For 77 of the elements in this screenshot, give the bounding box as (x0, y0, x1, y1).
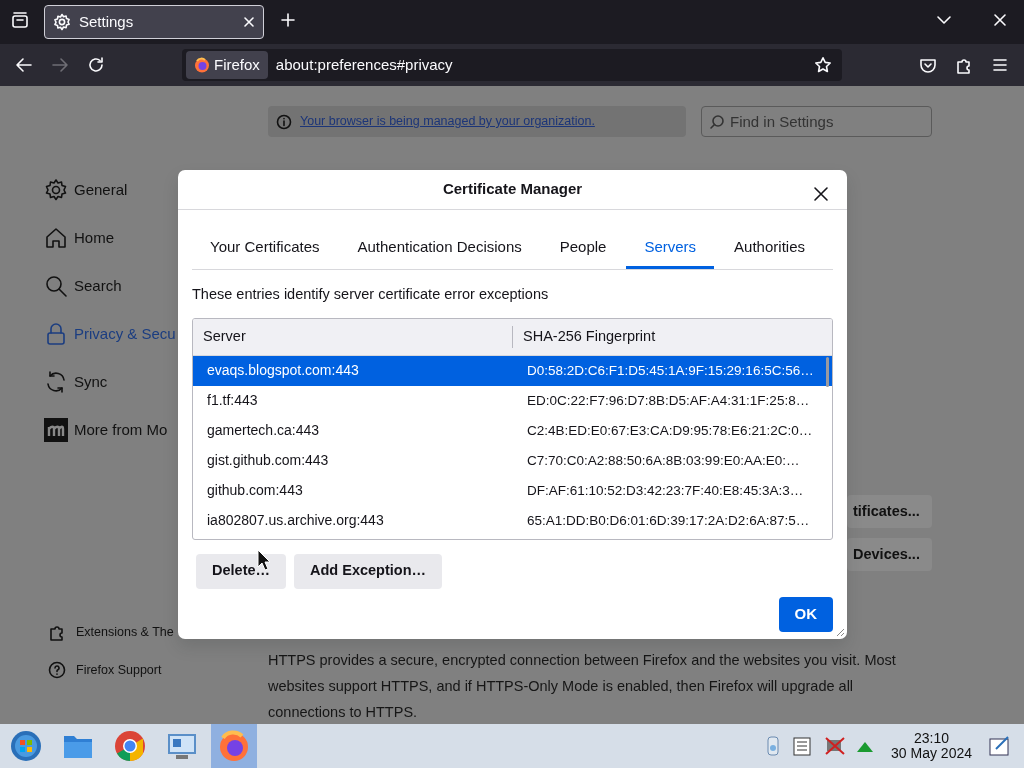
fingerprint-cell-text: 65:A1:DD:B0:D6:01:6D:39:17:2A:D2:6A:87:5… (526, 511, 810, 530)
server-cell-text: gist.github.com:443 (206, 451, 330, 471)
puzzle-icon (48, 623, 66, 641)
home-icon (44, 226, 68, 250)
firefox-icon (218, 730, 250, 762)
dialog-button[interactable]: Delete… (196, 553, 287, 589)
clock-date: 30 May 2024 (891, 746, 972, 761)
close-icon (993, 13, 1007, 27)
chrome-icon (114, 730, 146, 762)
lock-icon (44, 322, 68, 346)
fingerprint-cell-text: D0:58:2D:C6:F1:D5:45:1A:9F:15:29:16:5C:56… (526, 361, 814, 380)
settings-button[interactable]: tificates... (847, 495, 932, 528)
fingerprint-cell-text: C7:70:C0:A2:88:50:6A:8B:03:99:E0:AA:E0:… (526, 451, 800, 470)
firefox-logo-icon (194, 57, 210, 73)
close-icon[interactable] (243, 16, 255, 28)
sidebar-item[interactable]: General (44, 166, 268, 214)
sidebar-link[interactable]: Extensions & The (44, 613, 268, 651)
identity-box[interactable]: Firefox (186, 51, 268, 79)
sync-icon (44, 370, 68, 394)
browser-tab[interactable]: Settings (44, 5, 264, 39)
puzzle-icon (955, 56, 973, 74)
reload-icon (87, 56, 105, 74)
server-row[interactable]: gamertech.ca:443 C2:4B:ED:E0:67:E3:CA:D9:95:78:E6:21:2C:0… (193, 415, 832, 446)
start-orb-icon (10, 730, 42, 762)
plus-icon (280, 12, 296, 28)
fingerprint-cell-text: DF:AF:61:10:52:D3:42:23:7F:40:E8:45:3A:3… (526, 481, 804, 500)
server-row[interactable]: ia802807.us.archive.org:443 65:A1:DD:B0:D6:01:6D:39:17:2A:D2:6A:87:5… (193, 505, 832, 536)
dialog-tab[interactable]: People (541, 235, 625, 269)
server-cell-text: gamertech.ca:443 (206, 421, 321, 441)
dialog-tab[interactable]: Servers (626, 235, 715, 269)
help-icon (48, 661, 66, 679)
gear-icon (44, 178, 68, 202)
server-row[interactable]: evaqs.blogspot.com:443 D0:58:2D:C6:F1:D5:45:1A:9F:15:29:16:5C:56… (193, 355, 832, 386)
fingerprint-cell-text: ED:0C:22:F7:96:D7:8B:D5:AF:A4:31:1F:25:8… (526, 391, 810, 410)
https-description: HTTPS provides a secure, encrypted connection between Firefox and the websites you visit. Most websites support HTTPS, and if HTTPS-Only Mode is enabled, then Firefox will upgrade all connections to HTTPS. (268, 651, 897, 722)
settings-button[interactable]: Devices... (847, 538, 932, 571)
star-icon[interactable] (814, 56, 832, 74)
tab-list-icon (11, 11, 29, 29)
description-text: These entries identify server certificate error exceptions (192, 285, 550, 304)
fingerprint-cell-text: C2:4B:ED:E0:67:E3:CA:D9:95:78:E6:21:2C:0… (526, 421, 813, 440)
search-field[interactable]: Find in Settings (701, 106, 932, 137)
dialog-tab[interactable]: Your Certificates (192, 235, 338, 269)
ok-button[interactable]: OK (778, 596, 833, 632)
server-row[interactable]: f1.tf:443 ED:0C:22:F7:96:D7:8B:D5:AF:A4:31:1F:25:8… (193, 385, 832, 416)
pocket-icon (919, 56, 937, 74)
close-icon (813, 186, 829, 202)
monitor-icon (166, 731, 198, 761)
back-arrow-icon (15, 56, 33, 74)
column-header[interactable]: Server (193, 325, 513, 348)
dialog-button[interactable]: Add Exception… (294, 553, 443, 589)
address-bar[interactable]: Firefox about:preferences#privacy (182, 49, 842, 81)
info-icon (276, 113, 292, 130)
server-cell-text: evaqs.blogspot.com:443 (206, 361, 360, 381)
mozilla-icon (44, 418, 68, 442)
server-row[interactable]: github.com:443 DF:AF:61:10:52:D3:42:23:7F:40:E8:45:3A:3… (193, 475, 832, 506)
sidebar-link[interactable]: Firefox Support (44, 651, 268, 689)
tab-title: Settings (79, 11, 135, 32)
url-text: about:preferences#privacy (275, 54, 454, 75)
dialog-tab[interactable]: Authentication Decisions (339, 235, 540, 269)
resize-grip-icon (836, 628, 845, 637)
server-cell-text: github.com:443 (206, 481, 304, 501)
menu-icon (991, 56, 1009, 74)
search-icon (44, 274, 68, 298)
clock-time: 23:10 (913, 731, 951, 746)
server-row[interactable]: gist.github.com:443 C7:70:C0:A2:88:50:6A:8B:03:99:E0:AA:E0:… (193, 445, 832, 476)
scrollbar-thumb[interactable] (826, 356, 829, 387)
dialog-tab[interactable]: Authorities (716, 235, 823, 269)
identity-label: Firefox (214, 54, 260, 75)
gear-icon (53, 13, 71, 31)
server-cell-text: f1.tf:443 (206, 391, 259, 411)
forward-arrow-icon (51, 56, 69, 74)
dialog-title: Certificate Manager (442, 179, 583, 200)
notification-icon[interactable] (988, 734, 1012, 758)
taskbar-app[interactable] (211, 724, 257, 768)
search-icon (709, 114, 725, 130)
column-header[interactable]: SHA-256 Fingerprint (513, 325, 656, 348)
server-cell-text: ia802807.us.archive.org:443 (206, 511, 385, 531)
